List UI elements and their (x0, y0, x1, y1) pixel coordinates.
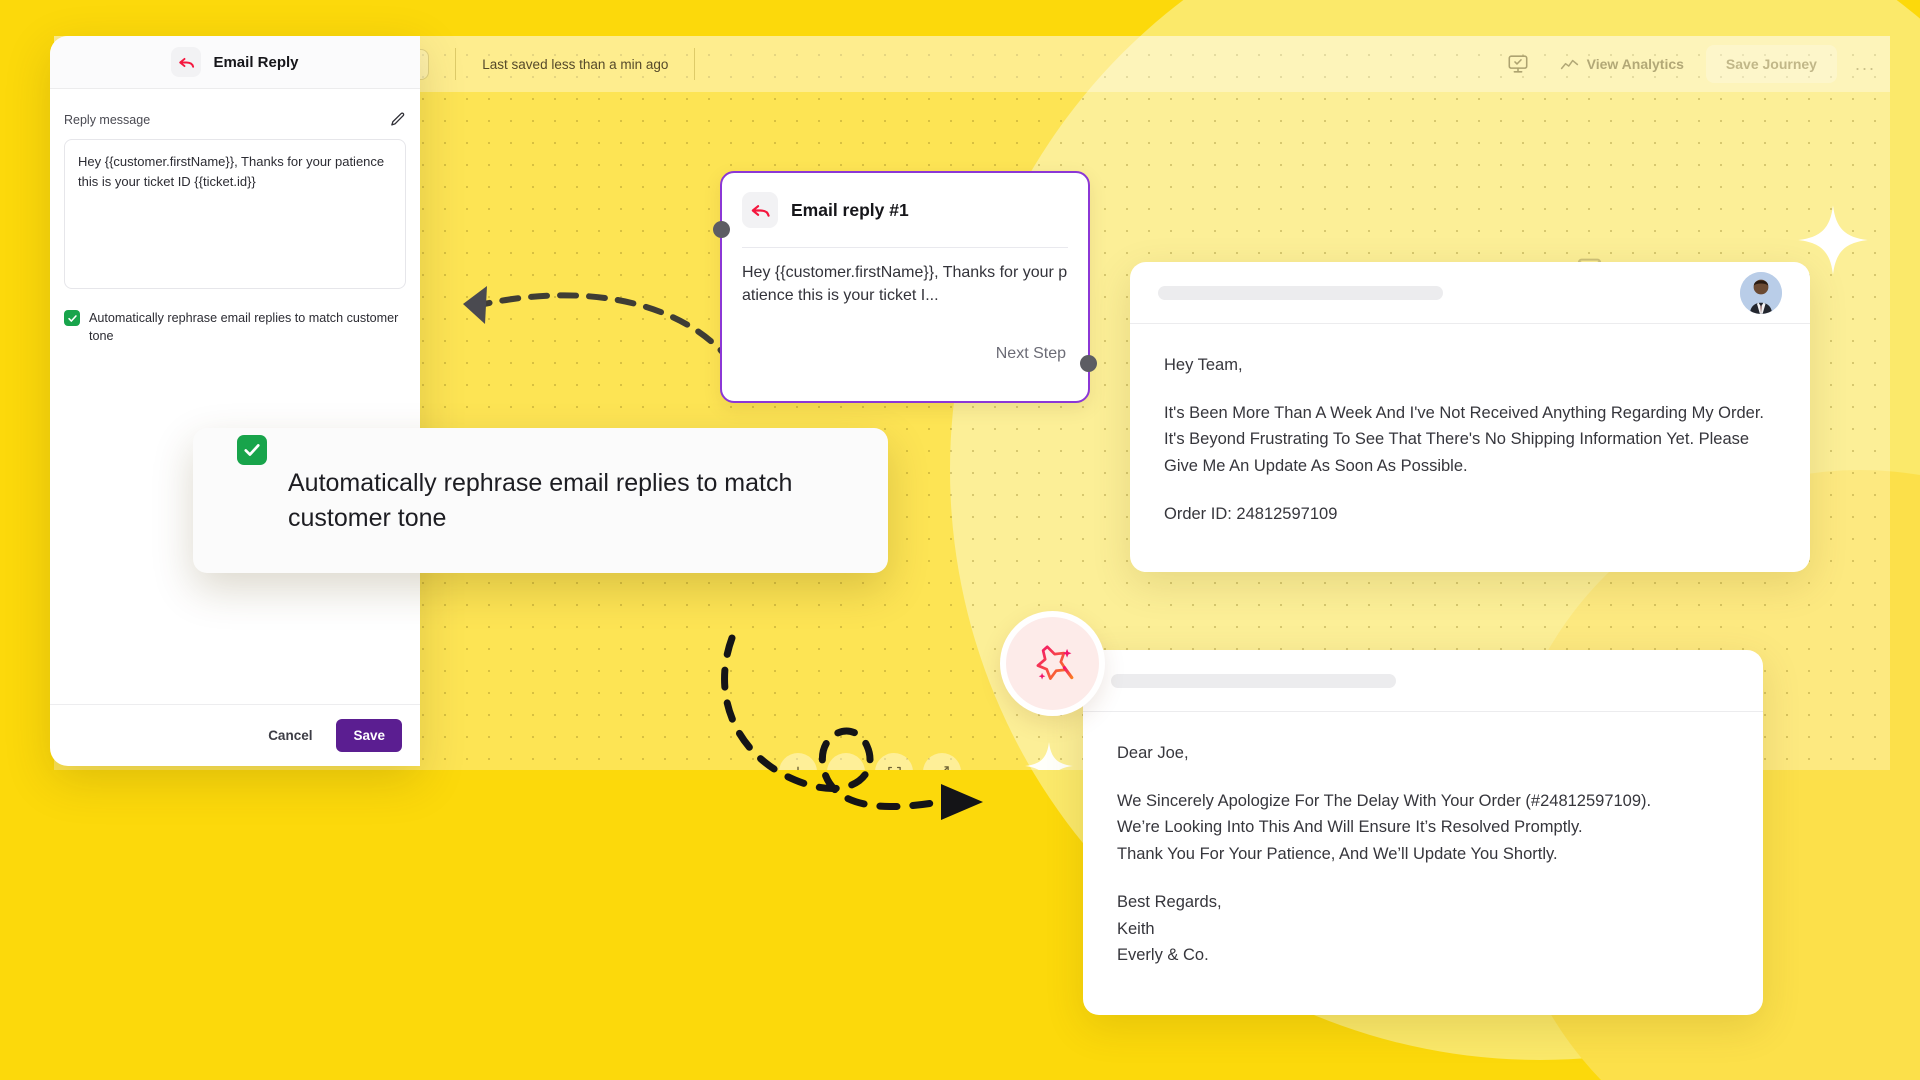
reply-arrow-icon (742, 192, 778, 228)
signature-company: Everly & Co. (1117, 946, 1209, 965)
node-header: Email reply #1 (722, 173, 1088, 228)
email-reply-paragraph: We Sincerely Apologize For The Delay Wit… (1117, 788, 1729, 868)
reply-message-label: Reply message (64, 112, 151, 127)
node-output-port[interactable] (1080, 355, 1097, 372)
view-analytics-button[interactable]: View Analytics (1560, 55, 1684, 74)
save-button[interactable]: Save (336, 719, 402, 752)
node-next-step-label[interactable]: Next Step (996, 345, 1066, 363)
zoomed-callout-card: Automatically rephrase email replies to … (193, 428, 888, 573)
node-title: Email reply #1 (791, 199, 909, 220)
save-journey-button[interactable]: Save Journey (1705, 45, 1837, 83)
line-chart-icon (1560, 59, 1578, 69)
email-reply-line-2: We’re Looking Into This And Will Ensure … (1117, 818, 1583, 837)
email-reply-body: Dear Joe, We Sincerely Apologize For The… (1083, 712, 1763, 969)
signature-name: Keith (1117, 919, 1155, 938)
email-reply-config-panel: Email Reply Reply message Hey {{customer… (50, 36, 420, 766)
email-preview-inbound[interactable]: Hey Team, It's Been More Than A Week And… (1130, 262, 1810, 572)
email-reply-line-3: Thank You For Your Patience, And We’ll U… (1117, 845, 1558, 864)
screenshot-root: t Mode Last saved less than a min ago Vi… (0, 0, 1920, 1080)
panel-footer: Cancel Save (50, 704, 420, 766)
toolbar-divider-2 (694, 48, 696, 80)
callout-label: Automatically rephrase email replies to … (288, 469, 793, 532)
pencil-icon[interactable] (389, 111, 406, 128)
dashed-loop-arrow (721, 634, 983, 820)
email-inbound-order-id: Order ID: 24812597109 (1164, 504, 1338, 523)
checkbox-checked-icon[interactable] (237, 435, 267, 465)
email-reply-header (1083, 650, 1763, 712)
node-preview-text: Hey {{customer.firstName}}, Thanks for y… (742, 264, 1068, 304)
email-inbound-body: Hey Team, It's Been More Than A Week And… (1130, 324, 1810, 528)
email-reply-greeting: Dear Joe, (1117, 744, 1189, 762)
reply-arrow-icon (171, 47, 202, 77)
email-reply-signature: Best Regards, Keith Everly & Co. (1117, 889, 1729, 969)
reply-message-input[interactable]: Hey {{customer.firstName}}, Thanks for y… (64, 139, 406, 289)
workflow-node-email-reply[interactable]: Email reply #1 Hey {{customer.firstName}… (713, 171, 1097, 403)
last-saved-status: Last saved less than a min ago (482, 56, 669, 72)
dashed-arrow-to-panel (463, 286, 734, 365)
node-input-port[interactable] (713, 221, 730, 238)
toolbar-overflow-menu[interactable]: ... (1855, 54, 1876, 75)
avatar (1740, 271, 1782, 314)
subject-placeholder-bar (1111, 673, 1396, 688)
view-analytics-label: View Analytics (1586, 56, 1684, 72)
subject-placeholder-bar (1158, 285, 1443, 300)
panel-body: Reply message Hey {{customer.firstName}}… (50, 89, 420, 704)
checkbox-checked-icon[interactable] (64, 310, 80, 326)
cancel-button[interactable]: Cancel (262, 727, 318, 744)
email-inbound-greeting: Hey Team, (1164, 356, 1243, 374)
email-inbound-header (1130, 262, 1810, 324)
monitor-check-icon[interactable] (1502, 48, 1534, 80)
toolbar-divider-1 (455, 48, 457, 80)
panel-header: Email Reply (50, 36, 420, 89)
email-inbound-paragraph: It's Been More Than A Week And I've Not … (1164, 403, 1765, 476)
rephrase-checkbox-label: Automatically rephrase email replies to … (89, 311, 399, 344)
signature-sign-off: Best Regards, (1117, 892, 1222, 911)
panel-title: Email Reply (213, 53, 299, 71)
email-preview-reply[interactable]: Dear Joe, We Sincerely Apologize For The… (1083, 650, 1763, 1015)
email-reply-line-1: We Sincerely Apologize For The Delay Wit… (1117, 791, 1652, 810)
reply-message-field-header: Reply message (64, 111, 406, 128)
rephrase-checkbox-row[interactable]: Automatically rephrase email replies to … (64, 309, 406, 346)
